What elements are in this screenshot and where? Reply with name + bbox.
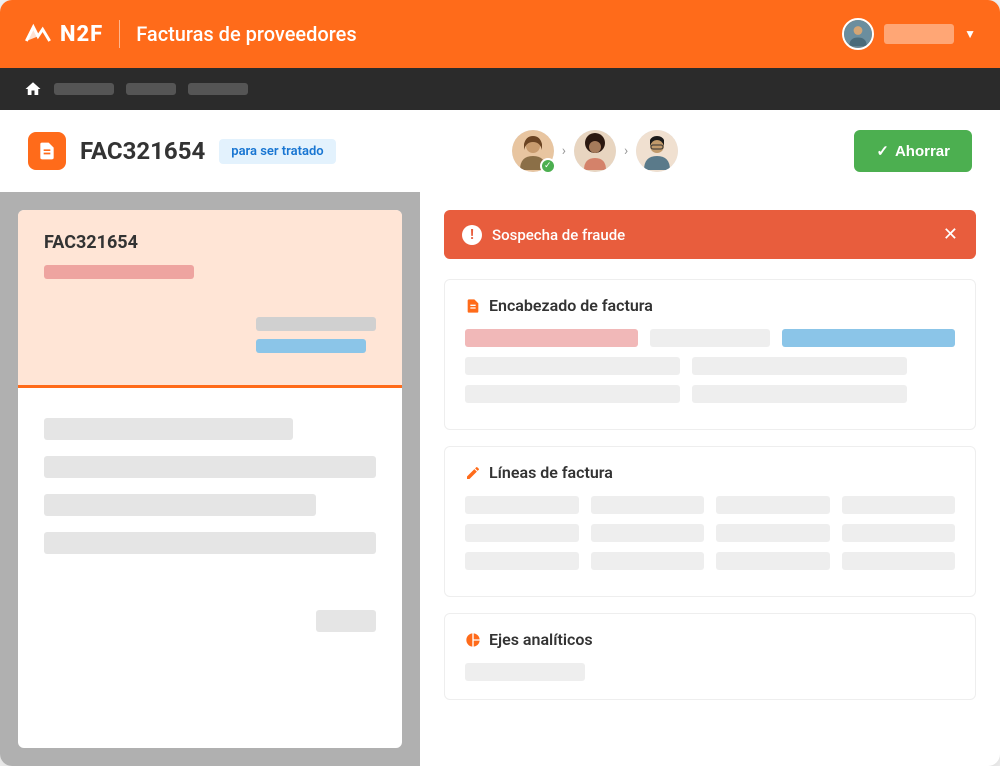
section-title: Encabezado de factura — [489, 296, 653, 315]
preview-placeholder — [44, 265, 194, 279]
field-placeholder[interactable] — [465, 496, 579, 514]
breadcrumb-nav — [0, 68, 1000, 110]
document-preview[interactable]: FAC321654 — [18, 210, 402, 748]
preview-line — [44, 456, 376, 478]
user-menu[interactable]: ▼ — [842, 18, 976, 50]
field-placeholder[interactable] — [692, 385, 907, 403]
field-placeholder[interactable] — [591, 524, 705, 542]
spacer — [919, 357, 955, 375]
field-placeholder[interactable] — [692, 357, 907, 375]
logo[interactable]: N2F — [24, 20, 103, 48]
chart-icon — [465, 632, 481, 648]
preview-line — [44, 532, 376, 554]
field-placeholder[interactable] — [465, 524, 579, 542]
field-placeholder[interactable] — [716, 524, 830, 542]
field-placeholder[interactable] — [465, 357, 680, 375]
status-badge: para ser tratado — [219, 139, 335, 164]
save-label: Ahorrar — [895, 143, 950, 160]
alert-text: Sospecha de fraude — [492, 226, 625, 244]
detail-panel: ! Sospecha de fraude ✕ Encabezado de fac… — [420, 192, 1000, 766]
section-title: Ejes analíticos — [489, 630, 593, 649]
approver-avatar[interactable] — [636, 130, 678, 172]
preview-placeholder — [256, 317, 376, 331]
edit-icon — [465, 465, 481, 481]
breadcrumb-item[interactable] — [126, 83, 176, 95]
user-avatar — [842, 18, 874, 50]
app-title: Facturas de proveedores — [136, 22, 356, 46]
chevron-down-icon: ▼ — [964, 27, 976, 41]
field-placeholder[interactable] — [591, 552, 705, 570]
document-icon — [465, 298, 481, 314]
document-title: FAC321654 — [80, 137, 205, 165]
arrow-icon: › — [624, 143, 628, 159]
breadcrumb-item[interactable] — [54, 83, 114, 95]
field-placeholder[interactable] — [842, 552, 956, 570]
document-icon — [28, 132, 66, 170]
fraud-alert: ! Sospecha de fraude ✕ — [444, 210, 976, 259]
field-placeholder[interactable] — [465, 552, 579, 570]
field-placeholder[interactable] — [650, 329, 771, 347]
analytics-section: Ejes analíticos — [444, 613, 976, 700]
spacer — [919, 385, 955, 403]
section-title: Líneas de factura — [489, 463, 613, 482]
breadcrumb-item[interactable] — [188, 83, 248, 95]
logo-text: N2F — [60, 22, 103, 47]
preview-total — [316, 610, 376, 632]
preview-placeholder — [256, 339, 366, 353]
check-icon: ✓ — [540, 158, 556, 174]
preview-title: FAC321654 — [44, 232, 376, 253]
approvers-list: ✓ › › — [512, 130, 678, 172]
field-placeholder[interactable] — [716, 552, 830, 570]
alert-icon: ! — [462, 225, 482, 245]
save-button[interactable]: ✓ Ahorrar — [854, 130, 972, 172]
app-header: N2F Facturas de proveedores ▼ — [0, 0, 1000, 68]
field-placeholder[interactable] — [842, 524, 956, 542]
field-placeholder[interactable] — [591, 496, 705, 514]
invoice-lines-section: Líneas de factura — [444, 446, 976, 597]
user-name-placeholder — [884, 24, 954, 44]
field-placeholder[interactable] — [716, 496, 830, 514]
document-preview-panel: FAC321654 — [0, 192, 420, 766]
field-placeholder[interactable] — [465, 663, 585, 681]
field-placeholder[interactable] — [465, 385, 680, 403]
logo-icon — [24, 20, 52, 48]
document-header: FAC321654 para ser tratado ✓ › › ✓ Ahorr… — [0, 110, 1000, 192]
invoice-header-section: Encabezado de factura — [444, 279, 976, 430]
preview-line — [44, 494, 316, 516]
arrow-icon: › — [562, 143, 566, 159]
field-placeholder[interactable] — [782, 329, 955, 347]
home-icon[interactable] — [24, 80, 42, 98]
check-icon: ✓ — [876, 142, 889, 160]
preview-line — [44, 418, 293, 440]
approver-avatar[interactable] — [574, 130, 616, 172]
divider — [119, 20, 120, 48]
field-placeholder[interactable] — [842, 496, 956, 514]
close-icon[interactable]: ✕ — [943, 224, 958, 245]
field-placeholder[interactable] — [465, 329, 638, 347]
